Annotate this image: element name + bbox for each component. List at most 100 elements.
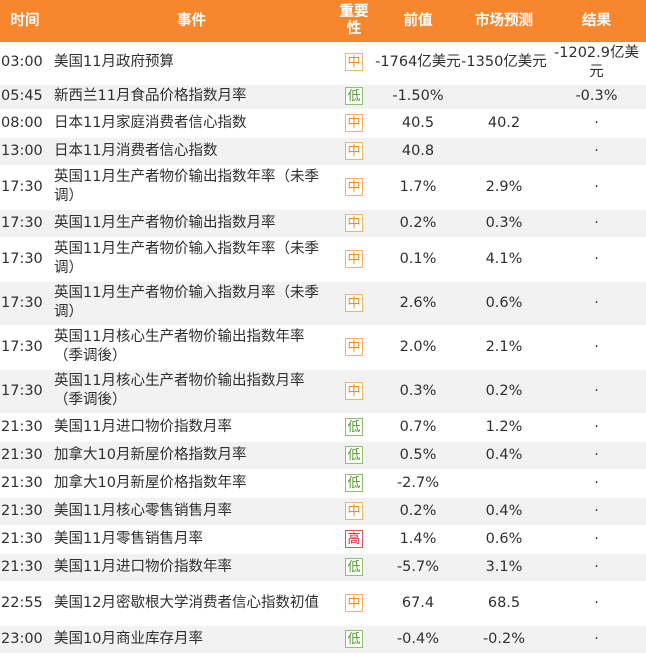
forecast-cell: 2.9%: [461, 165, 547, 210]
time-cell: 08:00: [0, 109, 50, 138]
importance-cell: 中: [333, 281, 375, 326]
importance-cell: 低: [333, 441, 375, 470]
event-cell: 美国10月商业库存月率: [50, 625, 333, 654]
result-cell: ·: [547, 109, 646, 138]
previous-cell: 40.8: [375, 137, 461, 166]
header-previous: 前值: [375, 0, 461, 42]
forecast-cell: 0.4%: [461, 497, 547, 526]
table-header-row: 时间 事件 重要性 前值 市场预测 结果: [0, 0, 646, 42]
header-forecast: 市场预测: [461, 0, 547, 42]
table-row: 21:30 加拿大10月新屋价格指数年率低 -2.7% ·: [0, 469, 646, 498]
importance-cell: 中: [333, 209, 375, 238]
forecast-cell: 0.6%: [461, 281, 547, 326]
time-cell: 17:30: [0, 369, 50, 414]
previous-cell: 40.5: [375, 109, 461, 138]
previous-cell: 1.4%: [375, 525, 461, 554]
time-cell: 21:30: [0, 553, 50, 582]
table-row: 21:30 美国11月进口物价指数年率低 -5.7% 3.1% ·: [0, 553, 646, 582]
importance-cell: 中: [333, 325, 375, 370]
result-cell: ·: [547, 137, 646, 166]
event-cell: 美国11月零售销售月率: [50, 525, 333, 554]
forecast-cell: [461, 137, 547, 166]
result-cell: ·: [547, 237, 646, 282]
forecast-cell: 0.2%: [461, 369, 547, 414]
event-cell: 美国12月密歇根大学消费者信心指数初值: [50, 581, 333, 626]
result-cell: ·: [547, 281, 646, 326]
previous-cell: 0.2%: [375, 209, 461, 238]
forecast-cell: 2.1%: [461, 325, 547, 370]
time-cell: 17:30: [0, 209, 50, 238]
previous-cell: 2.0%: [375, 325, 461, 370]
table-row: 05:45 新西兰11月食品价格指数月率低 -1.50% -0.3%: [0, 84, 646, 110]
header-importance: 重要性: [333, 0, 375, 42]
importance-badge: 高: [345, 529, 363, 548]
result-cell: ·: [547, 525, 646, 554]
result-cell: ·: [547, 165, 646, 210]
importance-cell: 中: [333, 237, 375, 282]
forecast-cell: 0.4%: [461, 441, 547, 470]
importance-badge: 中: [345, 381, 363, 400]
result-cell: ·: [547, 625, 646, 654]
forecast-cell: 3.1%: [461, 553, 547, 582]
importance-badge: 低: [345, 417, 363, 436]
importance-cell: 中: [333, 42, 375, 85]
importance-badge: 低: [345, 557, 363, 576]
event-cell: 美国11月进口物价指数月率: [50, 413, 333, 442]
importance-badge: 中: [345, 501, 363, 520]
importance-badge: 中: [345, 593, 363, 612]
previous-cell: -0.4%: [375, 625, 461, 654]
event-cell: 英国11月生产者物价输出指数月率: [50, 209, 333, 238]
importance-badge: 中: [345, 213, 363, 232]
previous-cell: 0.2%: [375, 497, 461, 526]
importance-badge: 中: [345, 113, 363, 132]
time-cell: 22:55: [0, 581, 50, 626]
event-cell: 英国11月生产者物价输入指数年率（未季调）: [50, 237, 333, 282]
importance-badge: 中: [345, 141, 363, 160]
importance-cell: 低: [333, 553, 375, 582]
previous-cell: -5.7%: [375, 553, 461, 582]
importance-cell: 中: [333, 581, 375, 626]
time-cell: 21:30: [0, 413, 50, 442]
previous-cell: 0.1%: [375, 237, 461, 282]
forecast-cell: [461, 469, 547, 498]
header-time: 时间: [0, 0, 50, 42]
table-row: 21:30 美国11月核心零售销售月率中 0.2% 0.4% ·: [0, 497, 646, 526]
result-cell: -0.3%: [547, 84, 646, 110]
table-row: 17:30 英国11月核心生产者物价输出指数月率（季调後） 中 0.3% 0.2% ·: [0, 369, 646, 414]
event-cell: 英国11月核心生产者物价输出指数年率（季调後）: [50, 325, 333, 370]
forecast-cell: -0.2%: [461, 625, 547, 654]
time-cell: 21:30: [0, 525, 50, 554]
result-cell: ·: [547, 209, 646, 238]
importance-badge: 中: [345, 249, 363, 268]
table-row: 17:30 英国11月核心生产者物价输出指数年率（季调後） 中 2.0% 2.1% ·: [0, 325, 646, 370]
importance-badge: 中: [345, 293, 363, 312]
importance-badge: 中: [345, 53, 363, 72]
table-row: 17:30 英国11月生产者物价输出指数月率中 0.2% 0.3% ·: [0, 209, 646, 238]
importance-cell: 中: [333, 109, 375, 138]
time-cell: 21:30: [0, 441, 50, 470]
result-cell: ·: [547, 553, 646, 582]
previous-cell: 0.3%: [375, 369, 461, 414]
importance-cell: 中: [333, 369, 375, 414]
forecast-cell: 4.1%: [461, 237, 547, 282]
importance-badge: 低: [345, 87, 363, 105]
economic-calendar-table: 时间 事件 重要性 前值 市场预测 结果 03:00 美国11月政府预算中 -176…: [0, 0, 646, 654]
time-cell: 21:30: [0, 497, 50, 526]
result-cell: ·: [547, 469, 646, 498]
forecast-cell: [461, 84, 547, 110]
importance-cell: 低: [333, 84, 375, 110]
table-row: 17:30 英国11月生产者物价输入指数年率（未季调） 中 0.1% 4.1% ·: [0, 237, 646, 282]
event-cell: 加拿大10月新屋价格指数年率: [50, 469, 333, 498]
importance-badge: 低: [345, 445, 363, 464]
table-row: 21:30 美国11月零售销售月率高 1.4% 0.6% ·: [0, 525, 646, 554]
time-cell: 17:30: [0, 165, 50, 210]
importance-cell: 低: [333, 469, 375, 498]
table-row: 03:00 美国11月政府预算中 -1764亿美元 -1350亿美元 -1202.9亿美…: [0, 42, 646, 85]
event-cell: 英国11月生产者物价输出指数年率（未季调）: [50, 165, 333, 210]
previous-cell: 0.5%: [375, 441, 461, 470]
previous-cell: -1764亿美元: [375, 42, 461, 85]
importance-cell: 中: [333, 137, 375, 166]
event-cell: 英国11月生产者物价输入指数月率（未季调）: [50, 281, 333, 326]
importance-badge: 低: [345, 473, 363, 492]
event-cell: 新西兰11月食品价格指数月率: [50, 84, 333, 110]
